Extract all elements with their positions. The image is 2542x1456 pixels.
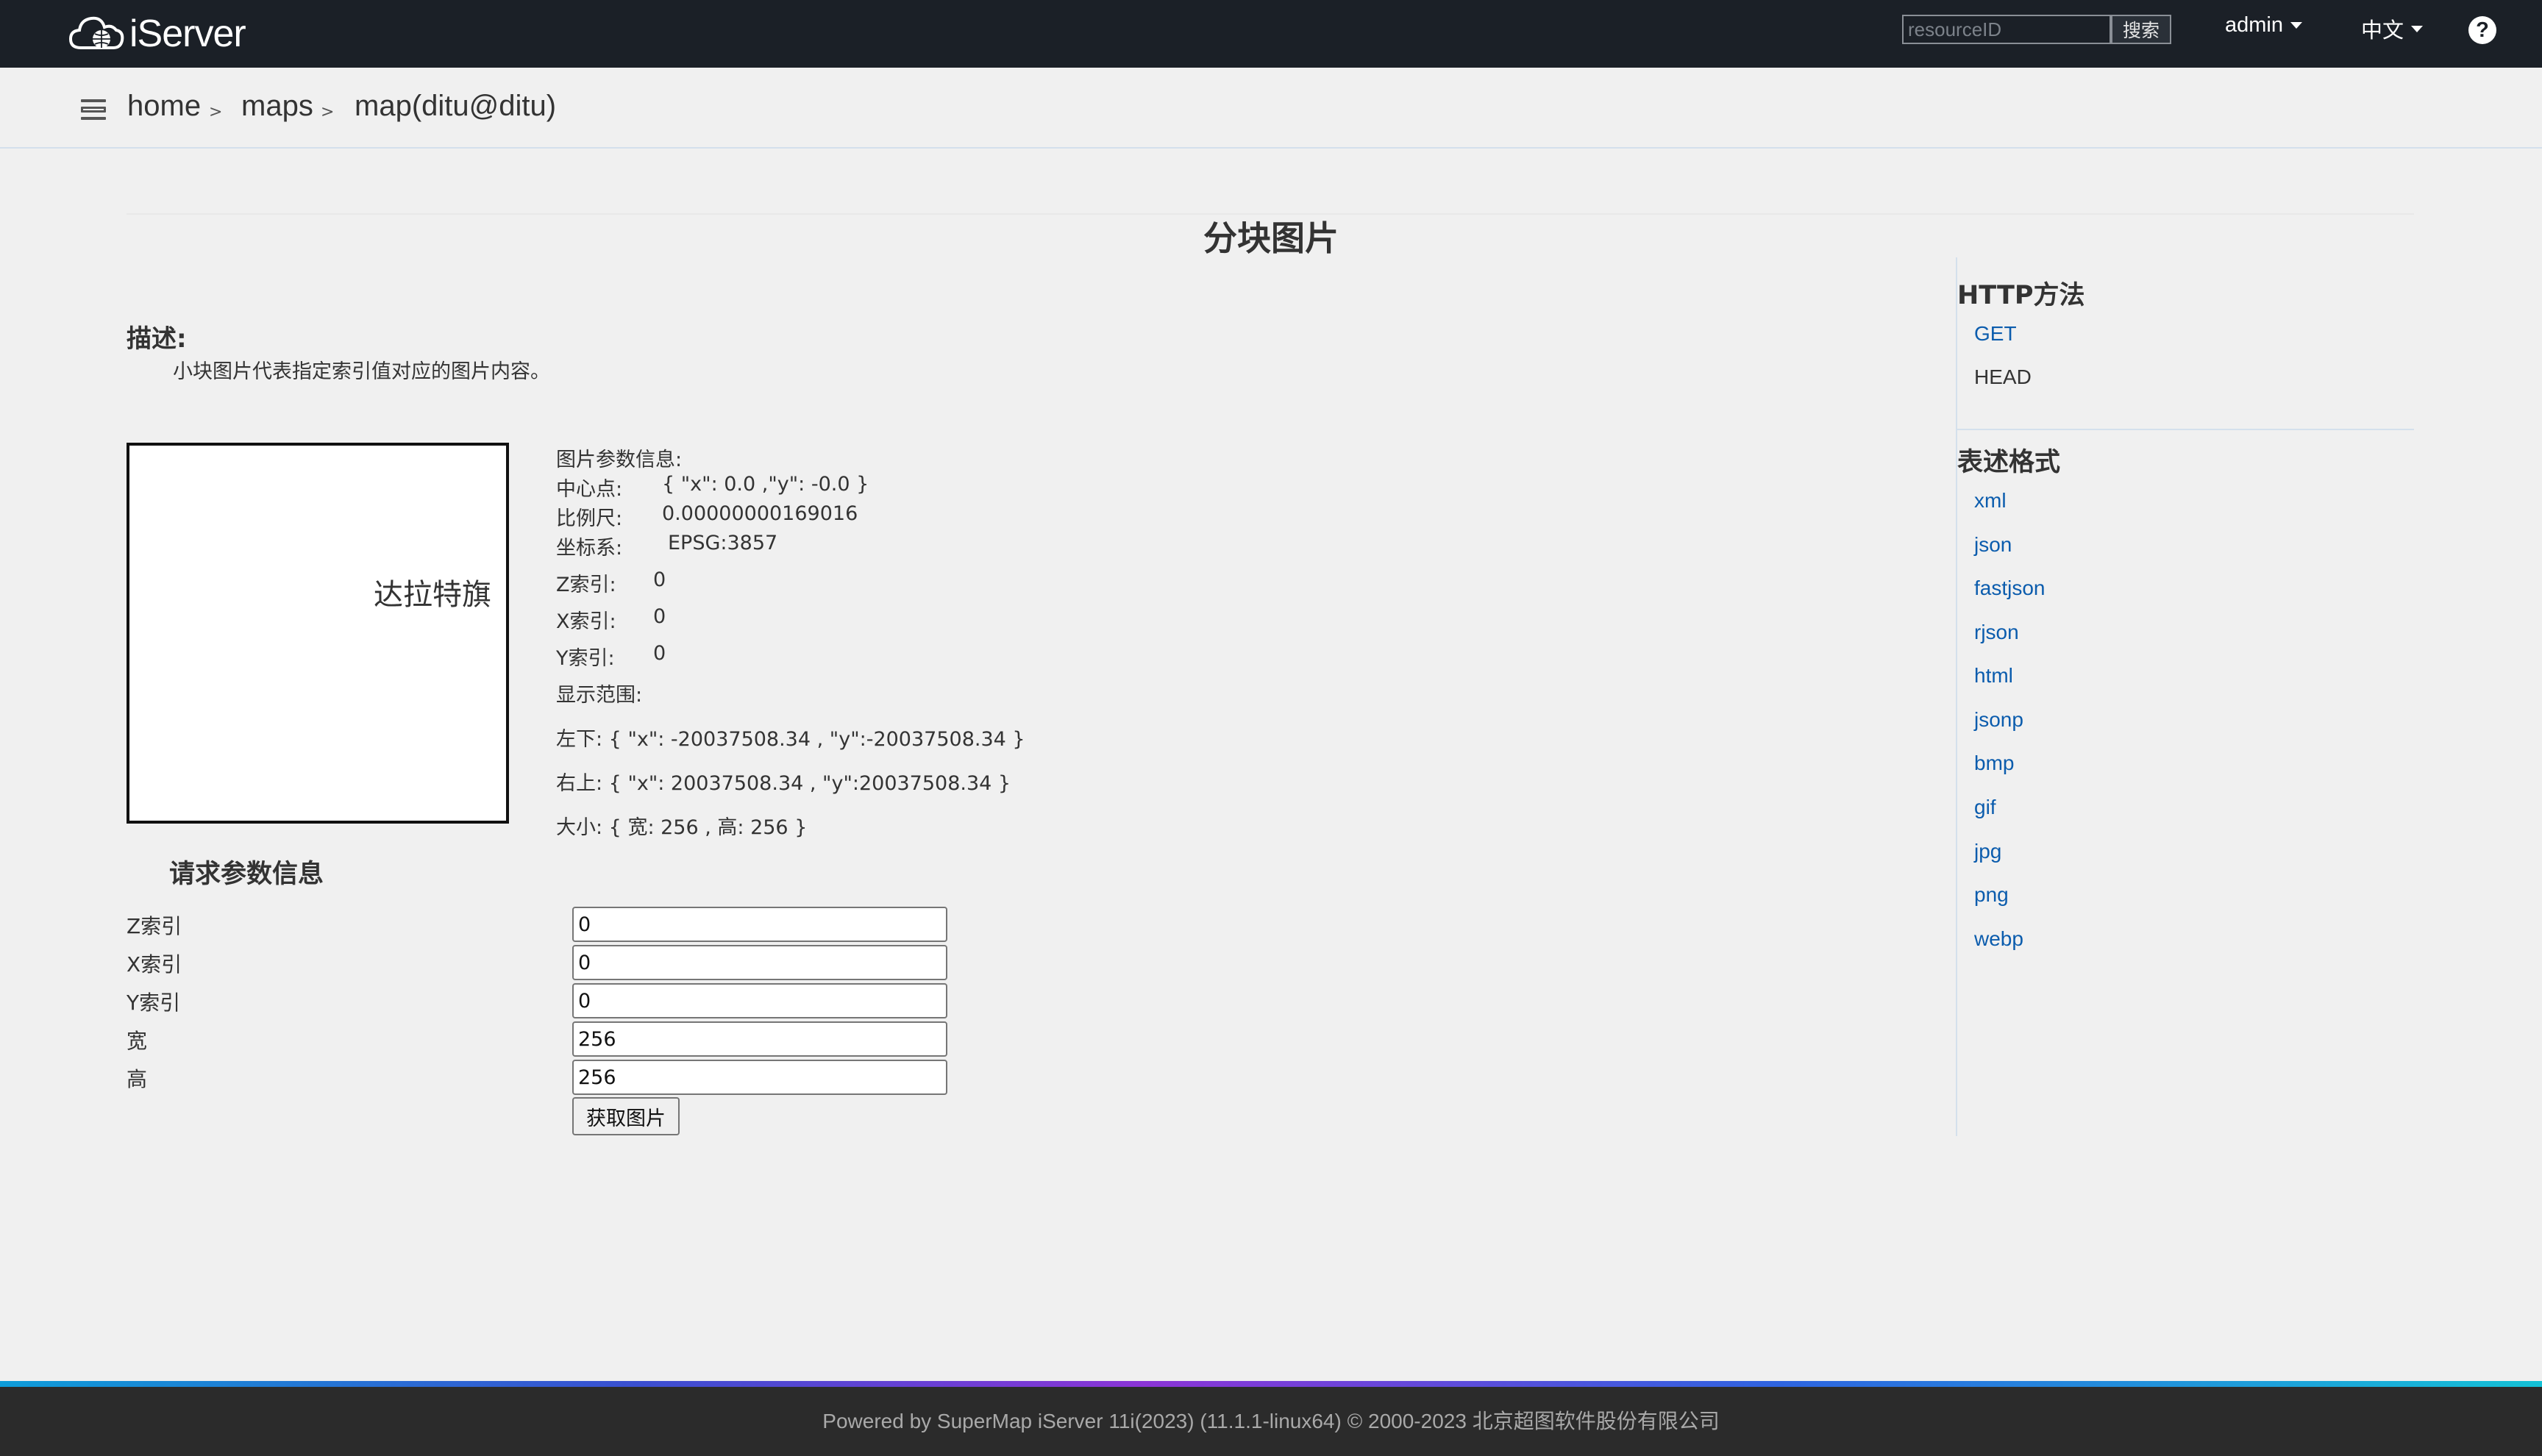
breadcrumb-separator: > [209, 103, 223, 121]
iserver-logo[interactable]: iServer [68, 7, 246, 60]
z-index-row: Z索引: 0 [556, 568, 666, 597]
x-index-field-label: X索引 [127, 952, 182, 977]
x-index-value: 0 [653, 605, 666, 628]
language-dropdown[interactable]: 中文 [2361, 13, 2424, 44]
format-link-html[interactable]: html [1974, 664, 2013, 688]
http-methods-title: HTTP方法 [1957, 281, 2085, 310]
format-link-xml[interactable]: xml [1974, 489, 2007, 513]
format-link-jsonp[interactable]: jsonp [1974, 708, 2023, 732]
user-menu-label: admin [2225, 13, 2283, 37]
http-method-head: HEAD [1974, 365, 2032, 388]
format-link-rjson[interactable]: rjson [1974, 621, 2019, 644]
extent-label: 显示范围: [556, 684, 643, 707]
http-method-get[interactable]: GET [1974, 322, 2017, 346]
y-index-input[interactable] [572, 983, 947, 1018]
x-index-input[interactable] [572, 945, 947, 980]
footer: Powered by SuperMap iServer 11i(2023) (1… [0, 1387, 2542, 1456]
x-index-row: X索引: 0 [556, 605, 666, 634]
description-label: 描述: [127, 324, 187, 354]
tile-image-preview: 达拉特旗 [127, 443, 509, 824]
breadcrumb-maps[interactable]: maps [241, 90, 313, 123]
z-index-label: Z索引: [556, 574, 616, 596]
height-field-label: 高 [127, 1067, 148, 1091]
search-button[interactable]: 搜索 [2111, 15, 2171, 44]
breadcrumb: home > maps > map(ditu@ditu) [0, 68, 2542, 149]
width-input[interactable] [572, 1021, 947, 1057]
x-index-label: X索引: [556, 610, 616, 633]
format-link-png[interactable]: png [1974, 883, 2009, 907]
language-label: 中文 [2361, 19, 2404, 43]
format-link-fastjson[interactable]: fastjson [1974, 577, 2046, 600]
z-index-input[interactable] [572, 907, 947, 942]
sidebar-toggle-icon[interactable] [81, 99, 106, 120]
y-index-row: Y索引: 0 [556, 642, 666, 671]
caret-down-icon [2411, 25, 2424, 32]
center-row: 中心点: { "x": 0.0 ,"y": -0.0 } [556, 473, 869, 502]
y-index-value: 0 [653, 642, 666, 665]
format-link-webp[interactable]: webp [1974, 927, 2023, 951]
crs-label: 坐标系: [556, 537, 623, 560]
y-index-label: Y索引: [556, 647, 615, 670]
footer-text: Powered by SuperMap iServer 11i(2023) (1… [822, 1410, 1720, 1432]
center-value: { "x": 0.0 ,"y": -0.0 } [662, 473, 869, 496]
user-menu-dropdown[interactable]: admin [2225, 13, 2302, 38]
formats-title: 表述格式 [1957, 448, 2061, 477]
breadcrumb-current: map(ditu@ditu) [355, 90, 557, 122]
z-index-value: 0 [653, 568, 666, 591]
width-field-label: 宽 [127, 1029, 148, 1053]
extent-upper-right: 右上: { "x": 20037508.34 , "y":20037508.34… [556, 772, 1011, 795]
format-link-json[interactable]: json [1974, 533, 2012, 557]
crs-value: EPSG:3857 [668, 532, 778, 554]
scale-row: 比例尺: 0.00000000169016 [556, 502, 858, 531]
tile-map-label: 达拉特旗 [374, 578, 491, 612]
top-navbar: iServer 搜索 admin 中文 ? [0, 0, 2542, 68]
format-link-bmp[interactable]: bmp [1974, 752, 2014, 775]
tile-size: 大小: { 宽: 256 , 高: 256 } [556, 816, 808, 839]
resource-id-search-input[interactable] [1902, 15, 2111, 44]
image-info-heading: 图片参数信息: [556, 449, 683, 471]
divider [1957, 429, 2414, 430]
breadcrumb-home[interactable]: home [127, 90, 201, 123]
y-index-field-label: Y索引 [127, 991, 181, 1015]
scale-value: 0.00000000169016 [662, 502, 858, 525]
cloud-globe-icon [68, 16, 124, 49]
footer-gradient-bar [0, 1381, 2542, 1387]
description-text: 小块图片代表指定索引值对应的图片内容。 [173, 360, 550, 383]
help-icon[interactable]: ? [2468, 16, 2496, 44]
page-title: 分块图片 [1203, 218, 1339, 258]
format-link-jpg[interactable]: jpg [1974, 840, 2001, 863]
extent-lower-left: 左下: { "x": -20037508.34 , "y":-20037508.… [556, 728, 1025, 751]
logo-text: iServer [129, 13, 246, 55]
height-input[interactable] [572, 1060, 947, 1095]
request-params-title: 请求参数信息 [169, 860, 324, 889]
breadcrumb-separator: > [321, 103, 335, 121]
scale-label: 比例尺: [556, 507, 623, 530]
format-link-gif[interactable]: gif [1974, 796, 1996, 819]
caret-down-icon [2290, 22, 2302, 29]
crs-row: 坐标系: EPSG:3857 [556, 532, 777, 560]
center-label: 中心点: [556, 478, 623, 501]
z-index-field-label: Z索引 [127, 914, 182, 938]
get-image-button[interactable]: 获取图片 [572, 1097, 680, 1135]
sidebar-divider [1956, 257, 1957, 1136]
